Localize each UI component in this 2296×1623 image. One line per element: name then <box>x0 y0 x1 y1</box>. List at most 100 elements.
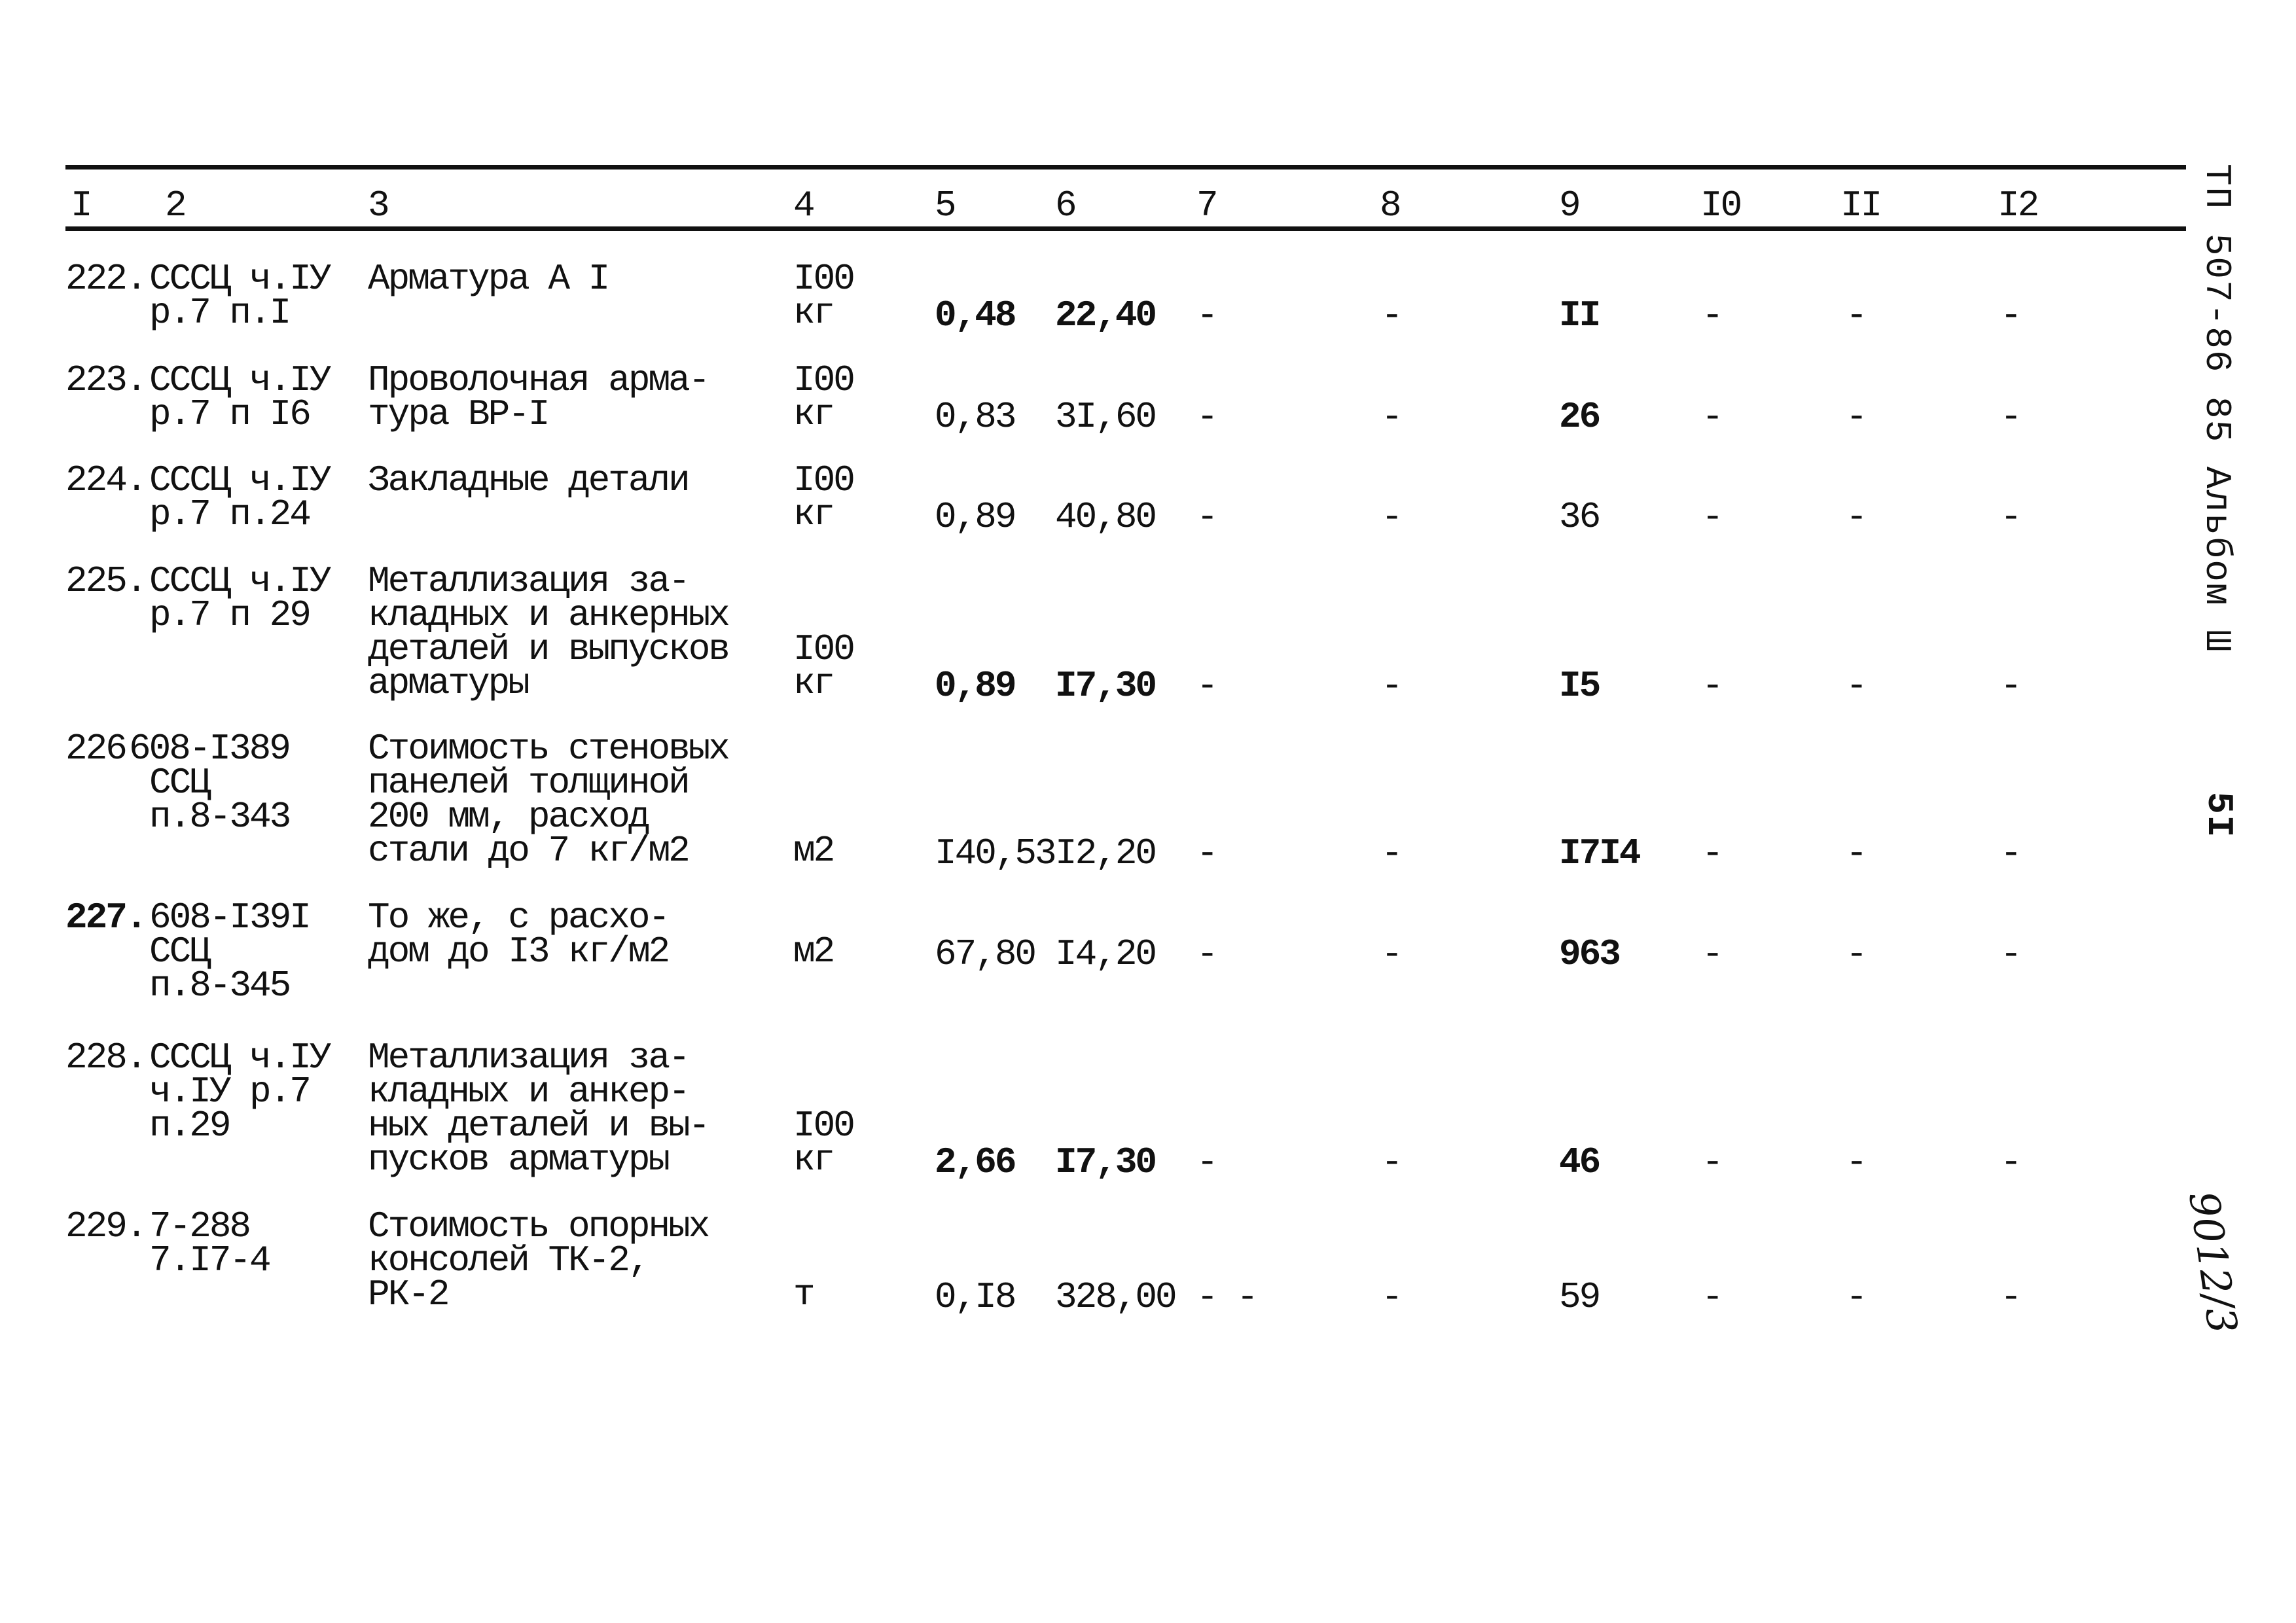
col-header-8: 8 <box>1380 185 1402 226</box>
row-value-col9: 963 <box>1559 933 1621 975</box>
row-description: кладных и анкерных <box>368 594 730 636</box>
row-number: 229. <box>65 1205 147 1247</box>
row-description: Арматура А I <box>368 258 610 300</box>
row-description: Стоимость опорных <box>368 1205 710 1247</box>
row-value-col9: 59 <box>1559 1276 1601 1318</box>
row-value-col8: - <box>1381 1276 1403 1318</box>
row-number: 225. <box>65 560 147 602</box>
row-number: 227. <box>65 897 147 938</box>
row-unit: кг <box>793 393 835 435</box>
row-value-col7: - <box>1196 1141 1219 1183</box>
row-unit: т <box>793 1274 816 1315</box>
row-value-col7: - <box>1196 496 1219 538</box>
row-value-col5: 67,80 <box>935 933 1037 975</box>
row-unit: кг <box>793 662 835 704</box>
row-value-col10: - <box>1702 396 1724 438</box>
row-value-col6: I4,20 <box>1055 933 1157 975</box>
row-value-col6: 40,80 <box>1055 496 1157 538</box>
row-value-col6: 328,00 <box>1055 1276 1177 1318</box>
row-number: 226 <box>65 728 128 770</box>
row-value-col12: - <box>2000 933 2022 975</box>
row-description: Стоимость стеновых <box>368 728 730 770</box>
row-value-col9: 26 <box>1559 396 1601 438</box>
row-number: 223. <box>65 359 147 401</box>
row-value-col7: - - <box>1196 1276 1259 1318</box>
row-value-col6: I7,30 <box>1055 1141 1157 1183</box>
col-header-9: 9 <box>1559 185 1581 226</box>
row-reference: СССЦ ч.IУ <box>149 459 331 501</box>
row-reference: п.8-343 <box>149 796 291 838</box>
row-value-col6: I7,30 <box>1055 665 1157 707</box>
col-header-10: I0 <box>1700 185 1742 226</box>
row-value-col9: 46 <box>1559 1141 1601 1183</box>
row-value-col5: 0,I8 <box>935 1276 1016 1318</box>
row-value-col12: - <box>2000 1141 2022 1183</box>
row-value-col5: 0,48 <box>935 294 1016 336</box>
row-value-col10: - <box>1702 1276 1724 1318</box>
row-reference: 608-I39I <box>149 897 312 938</box>
row-value-col8: - <box>1381 665 1403 707</box>
row-description: панелей толщиной <box>368 762 691 804</box>
row-value-col12: - <box>2000 832 2022 874</box>
row-value-col9: I5 <box>1559 665 1601 707</box>
row-value-col12: - <box>2000 665 2022 707</box>
row-unit: кг <box>793 292 835 334</box>
row-value-col8: - <box>1381 396 1403 438</box>
row-value-col11: - <box>1846 396 1868 438</box>
row-reference: СССЦ ч.IУ <box>149 359 331 401</box>
row-value-col5: 2,66 <box>935 1141 1016 1183</box>
row-value-col10: - <box>1702 496 1724 538</box>
row-value-col12: - <box>2000 496 2022 538</box>
row-unit: м2 <box>793 931 835 972</box>
row-value-col8: - <box>1381 832 1403 874</box>
row-value-col10: - <box>1702 294 1724 336</box>
row-reference: 7.I7-4 <box>149 1240 272 1281</box>
row-description: пусков арматуры <box>368 1139 670 1181</box>
row-description: 200 мм, расход <box>368 796 650 838</box>
row-value-col8: - <box>1381 933 1403 975</box>
row-value-col10: - <box>1702 933 1724 975</box>
row-reference: п.8-345 <box>149 965 291 1007</box>
row-description: тура ВР-I <box>368 393 550 435</box>
row-reference: р.7 п.24 <box>149 493 312 535</box>
row-description: То же, с расхо- <box>368 897 670 938</box>
row-reference: ССЦ <box>149 931 211 972</box>
row-reference: ССЦ <box>149 762 211 804</box>
row-unit: м2 <box>793 830 835 872</box>
row-value-col7: - <box>1196 294 1219 336</box>
row-reference: р.7 п I6 <box>149 393 312 435</box>
row-description: РК-2 <box>368 1274 450 1315</box>
col-header-6: 6 <box>1055 185 1077 226</box>
row-unit: I00 <box>793 459 855 501</box>
row-reference: 608-I389 <box>129 728 291 770</box>
row-description: Металлизация за- <box>368 1037 691 1079</box>
row-value-col8: - <box>1381 1141 1403 1183</box>
row-description: дом до I3 кг/м2 <box>368 931 670 972</box>
row-value-col9: I7I4 <box>1559 832 1641 874</box>
row-unit: I00 <box>793 359 855 401</box>
row-value-col5: 0,89 <box>935 496 1016 538</box>
row-description: Металлизация за- <box>368 560 691 602</box>
row-reference: СССЦ ч.IУ <box>149 560 331 602</box>
row-value-col11: - <box>1846 1276 1868 1318</box>
row-number: 224. <box>65 459 147 501</box>
row-value-col6: 22,40 <box>1055 294 1157 336</box>
row-value-col6: 3I,60 <box>1055 396 1157 438</box>
col-header-2: 2 <box>165 185 187 226</box>
table-header-rule <box>65 226 2186 231</box>
row-description: Проволочная арма- <box>368 359 710 401</box>
row-description: кладных и анкер- <box>368 1071 691 1113</box>
row-value-col11: - <box>1846 933 1868 975</box>
row-number: 228. <box>65 1037 147 1079</box>
row-value-col5: 0,89 <box>935 665 1016 707</box>
row-description: Закладные детали <box>368 459 691 501</box>
col-header-5: 5 <box>935 185 957 226</box>
row-value-col10: - <box>1702 832 1724 874</box>
row-value-col7: - <box>1196 933 1219 975</box>
col-header-3: 3 <box>368 185 390 226</box>
row-reference: СССЦ ч.IУ <box>149 1037 331 1079</box>
row-unit: кг <box>793 493 835 535</box>
row-value-col9: II <box>1559 294 1601 336</box>
page-number: 5I <box>2198 792 2240 839</box>
row-description: стали до 7 кг/м2 <box>368 830 691 872</box>
